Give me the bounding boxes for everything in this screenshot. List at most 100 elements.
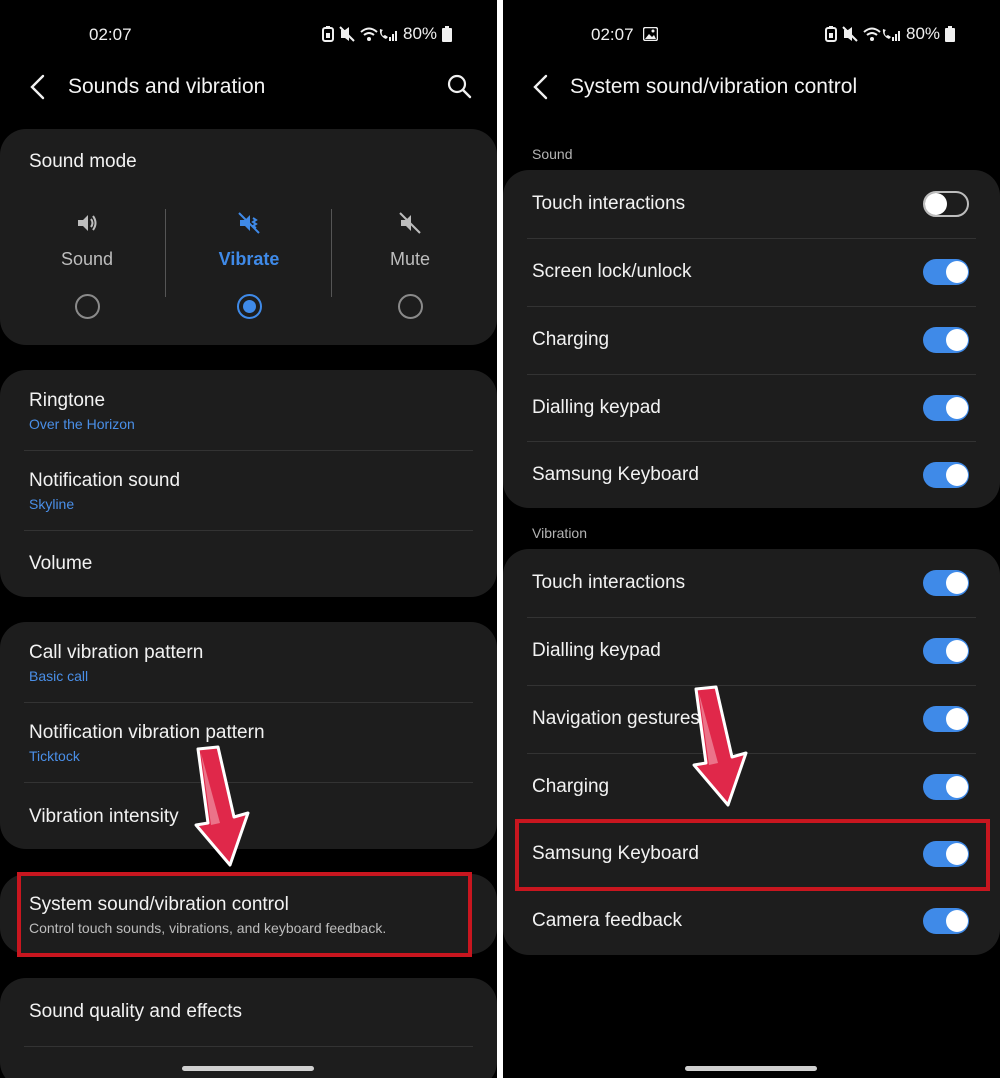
vibrate-status-icon: [339, 26, 355, 42]
notification-sound-item[interactable]: Notification sound Skyline: [0, 450, 497, 530]
battery-icon: [945, 26, 956, 42]
page-title: Sounds and vibration: [68, 75, 266, 98]
call-vibration-value: Basic call: [29, 668, 89, 684]
home-indicator[interactable]: [685, 1066, 817, 1071]
sound-dialling-keypad-toggle[interactable]: [923, 395, 969, 421]
speaker-icon: [78, 215, 97, 231]
back-arrow-icon[interactable]: [531, 74, 551, 100]
highlight-box: [17, 872, 472, 957]
vibration-touch-interactions-item[interactable]: Touch interactions: [503, 549, 1000, 617]
mute-mode-label: Mute: [389, 249, 431, 269]
sound-touch-interactions-item[interactable]: Touch interactions: [503, 170, 1000, 238]
sound-samsung-keyboard-toggle[interactable]: [923, 462, 969, 488]
notification-sound-value: Skyline: [29, 496, 75, 512]
status-icons: 80%: [825, 24, 956, 44]
vibration-intensity-title: Vibration intensity: [29, 806, 179, 827]
ringtone-title: Ringtone: [29, 390, 106, 411]
vibration-touch-interactions-toggle[interactable]: [923, 570, 969, 596]
sound-mode-mute[interactable]: Mute: [327, 129, 493, 345]
status-time: 02:07: [591, 25, 634, 44]
sound-samsung-keyboard-item[interactable]: Samsung Keyboard: [503, 441, 1000, 508]
vibration-dialling-keypad-toggle[interactable]: [923, 638, 969, 664]
volume-title: Volume: [29, 553, 93, 574]
toggle-knob: [946, 910, 968, 932]
battery-saver-icon: [825, 26, 837, 42]
toggle-knob: [946, 640, 968, 662]
sound-mode-label: Sound: [60, 249, 114, 269]
app-bar: System sound/vibration control: [503, 62, 1000, 112]
status-bar: 02:07 80%: [503, 22, 1000, 48]
vibration-item-label: Charging: [532, 776, 610, 797]
gallery-notification-icon: [643, 27, 658, 41]
sound-quality-title: Sound quality and effects: [29, 1001, 243, 1022]
wifi-calling-icon: [360, 27, 397, 41]
notification-vibration-title: Notification vibration pattern: [29, 722, 265, 743]
system-sound-vibration-control-screen: 02:07 80% System sound/vibration control…: [503, 0, 1000, 1078]
sound-item-label: Screen lock/unlock: [532, 261, 692, 282]
vibration-dialling-keypad-item[interactable]: Dialling keypad: [503, 617, 1000, 685]
back-arrow-icon[interactable]: [28, 74, 48, 100]
sound-item-label: Touch interactions: [532, 193, 686, 214]
sound-mode-vibrate[interactable]: Vibrate: [166, 129, 332, 345]
wifi-calling-icon: [863, 27, 900, 41]
toggle-knob: [946, 261, 968, 283]
status-bar: 02:07 80%: [0, 22, 497, 48]
vibration-section-label: Vibration: [532, 525, 588, 541]
mute-radio[interactable]: [398, 294, 423, 319]
mute-icon: [399, 212, 421, 234]
highlight-box: [515, 819, 990, 891]
volume-item[interactable]: Volume: [0, 530, 497, 597]
toggle-knob: [946, 572, 968, 594]
notification-vibration-value: Ticktock: [29, 748, 80, 764]
sound-mode-sound[interactable]: Sound: [4, 129, 170, 345]
page-title: System sound/vibration control: [570, 75, 858, 98]
vibrate-radio[interactable]: [237, 294, 262, 319]
sound-screen-lock-toggle[interactable]: [923, 259, 969, 285]
sound-feedback-card: Touch interactions Screen lock/unlock Ch…: [503, 170, 1000, 508]
sounds-and-vibration-screen: 02:07 80% Sounds and vibration Sound mod…: [0, 0, 497, 1078]
search-icon[interactable]: [445, 72, 475, 102]
vibrate-mode-label: Vibrate: [218, 249, 280, 269]
battery-icon: [442, 26, 453, 42]
status-icons: 80%: [322, 24, 453, 44]
home-indicator[interactable]: [182, 1066, 314, 1071]
sound-section-label: Sound: [532, 146, 573, 162]
sound-dialling-keypad-item[interactable]: Dialling keypad: [503, 374, 1000, 441]
vibration-item-label: Touch interactions: [532, 572, 686, 593]
sound-charging-toggle[interactable]: [923, 327, 969, 353]
call-vibration-title: Call vibration pattern: [29, 642, 204, 663]
vibration-navigation-gestures-toggle[interactable]: [923, 706, 969, 732]
toggle-knob: [925, 193, 947, 215]
battery-percent: 80%: [906, 24, 941, 43]
vibrate-icon: [238, 212, 260, 234]
sound-charging-item[interactable]: Charging: [503, 306, 1000, 374]
sound-item-label: Samsung Keyboard: [532, 464, 699, 485]
vibration-item-label: Camera feedback: [532, 910, 682, 931]
vibration-item-label: Navigation gestures: [532, 708, 700, 729]
ringtone-value: Over the Horizon: [29, 416, 135, 432]
sound-screen-lock-item[interactable]: Screen lock/unlock: [503, 238, 1000, 306]
vibration-charging-toggle[interactable]: [923, 774, 969, 800]
vibration-item-label: Dialling keypad: [532, 640, 661, 661]
app-bar: Sounds and vibration: [0, 62, 497, 112]
vibration-camera-feedback-item[interactable]: Camera feedback: [503, 887, 1000, 955]
battery-percent: 80%: [403, 24, 438, 43]
vibrate-status-icon: [842, 26, 858, 42]
sound-touch-interactions-toggle[interactable]: [923, 191, 969, 217]
battery-saver-icon: [322, 26, 334, 42]
pointer-arrow-icon: [692, 685, 748, 807]
toggle-knob: [946, 464, 968, 486]
ringtone-item[interactable]: Ringtone Over the Horizon: [0, 370, 497, 450]
call-vibration-item[interactable]: Call vibration pattern Basic call: [0, 622, 497, 702]
toggle-knob: [946, 329, 968, 351]
sound-quality-item[interactable]: Sound quality and effects: [0, 978, 497, 1046]
notification-sound-title: Notification sound: [29, 470, 181, 491]
status-time: 02:07: [89, 25, 132, 44]
sound-radio[interactable]: [75, 294, 100, 319]
sound-item-label: Dialling keypad: [532, 397, 661, 418]
sound-quality-card: Sound quality and effects: [0, 978, 497, 1078]
pointer-arrow-icon: [194, 745, 250, 867]
toggle-knob: [946, 397, 968, 419]
toggle-knob: [946, 708, 968, 730]
vibration-camera-feedback-toggle[interactable]: [923, 908, 969, 934]
